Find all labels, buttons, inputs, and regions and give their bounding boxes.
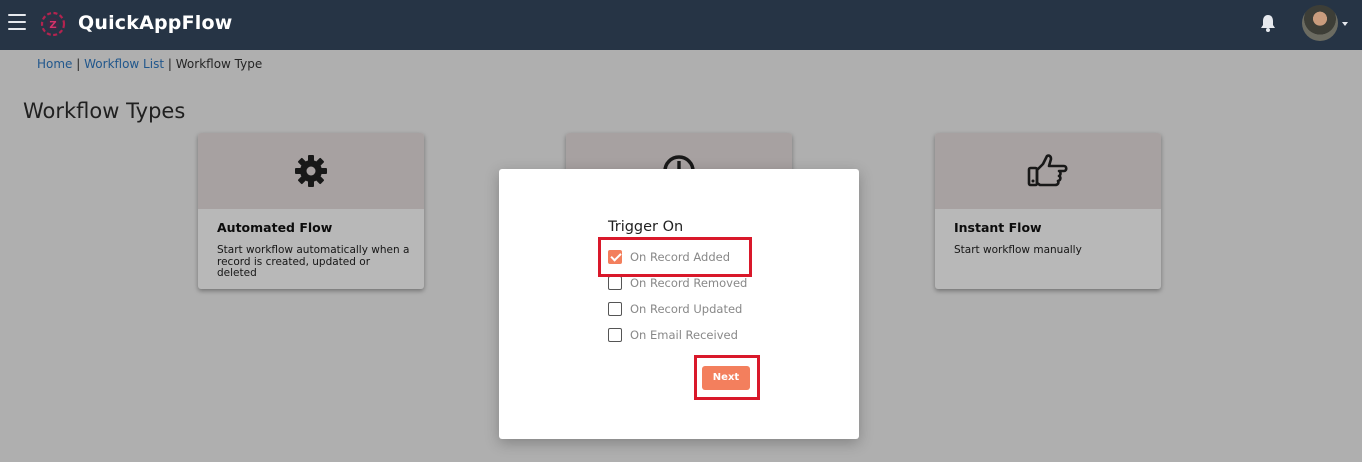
checkbox-on-record-updated[interactable] (608, 302, 622, 316)
highlight-on-record-added (598, 237, 752, 277)
trigger-modal: Trigger On On Record Added On Record Rem… (499, 169, 859, 439)
checkbox-on-email-received[interactable] (608, 328, 622, 342)
top-navbar: Z QuickAppFlow (0, 0, 1362, 50)
user-avatar[interactable] (1302, 5, 1338, 41)
app-logo-icon[interactable]: Z (38, 9, 68, 39)
highlight-next-button (694, 355, 760, 400)
app-name[interactable]: QuickAppFlow (78, 12, 233, 34)
modal-title: Trigger On (608, 219, 684, 235)
chevron-down-icon[interactable] (1342, 22, 1348, 26)
option-label[interactable]: On Email Received (630, 328, 738, 342)
svg-text:Z: Z (49, 20, 56, 31)
notification-bell-icon[interactable] (1258, 13, 1278, 33)
option-label[interactable]: On Record Updated (630, 302, 742, 316)
option-label[interactable]: On Record Removed (630, 276, 747, 290)
checkbox-on-record-removed[interactable] (608, 276, 622, 290)
hamburger-menu-icon[interactable] (8, 14, 26, 30)
